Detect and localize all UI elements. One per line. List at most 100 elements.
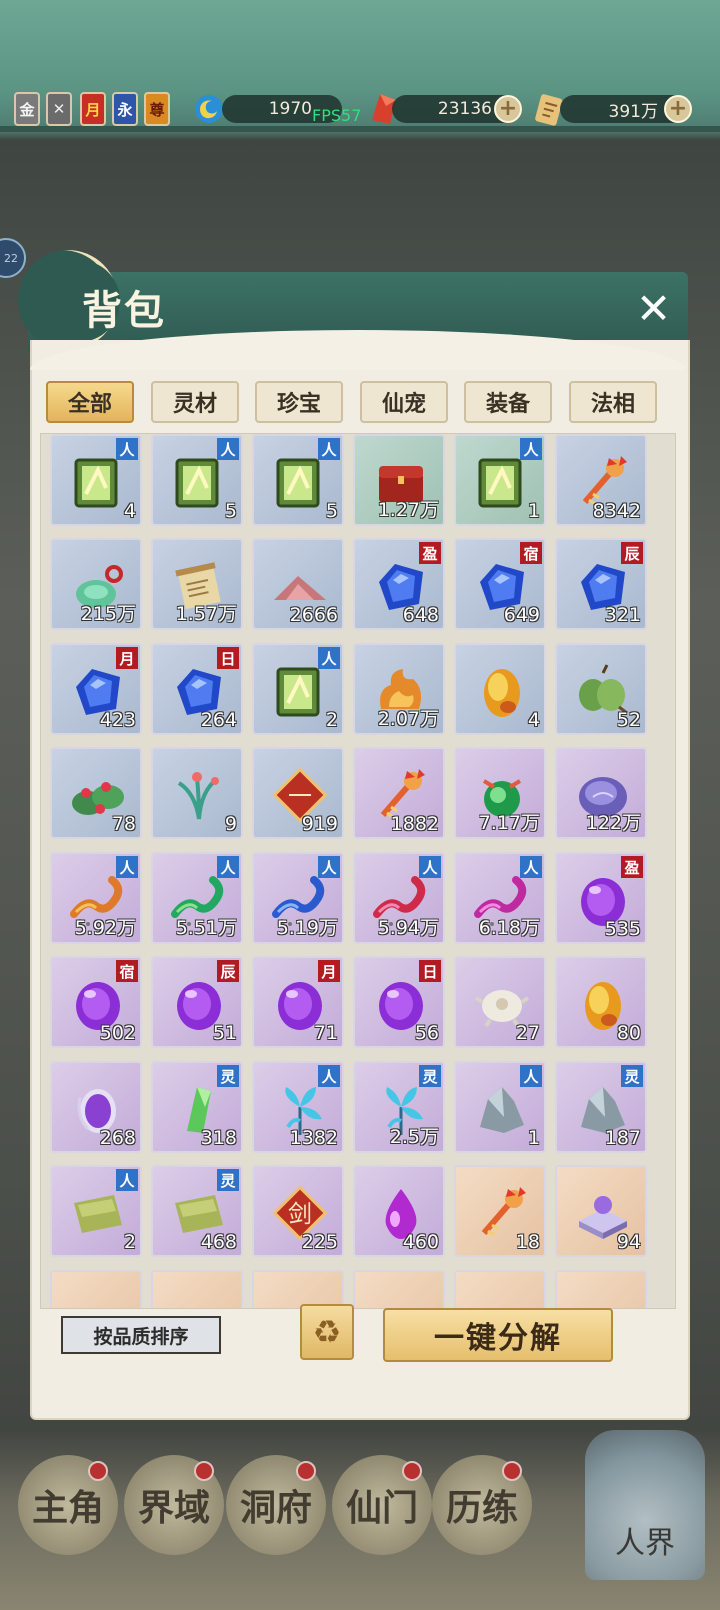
inventory-slot[interactable]: 7.17万 bbox=[454, 747, 546, 839]
inventory-slot[interactable]: 122万 bbox=[555, 747, 647, 839]
tab-4[interactable]: 装备 bbox=[464, 381, 552, 423]
inventory-slot[interactable]: 人 1382 bbox=[252, 1061, 344, 1153]
inventory-slot[interactable]: 1.27万 bbox=[353, 434, 445, 526]
rarity-tag: 人 bbox=[318, 856, 340, 878]
inventory-slot[interactable]: 94 bbox=[555, 1165, 647, 1257]
item-quantity: 5 bbox=[224, 500, 237, 522]
realm-button[interactable]: 人界 bbox=[585, 1430, 705, 1580]
recycle-button[interactable]: ♻ bbox=[300, 1304, 354, 1360]
inventory-slot[interactable]: 27 bbox=[454, 956, 546, 1048]
inventory-slot[interactable]: 9 bbox=[151, 747, 243, 839]
close-button[interactable]: ✕ bbox=[636, 288, 671, 330]
vip-badge-3[interactable]: 月 bbox=[80, 92, 106, 126]
nav-button-1[interactable]: 界域 bbox=[124, 1455, 224, 1555]
inventory-slot-partial[interactable] bbox=[555, 1270, 647, 1308]
item-quantity: 5 bbox=[325, 500, 338, 522]
inventory-slot[interactable]: 1.57万 bbox=[151, 538, 243, 630]
inventory-slot-partial[interactable] bbox=[151, 1270, 243, 1308]
rarity-tag: 盈 bbox=[621, 856, 643, 878]
vip-badge-5[interactable]: 尊 bbox=[144, 92, 170, 126]
inventory-slot[interactable]: 月 71 bbox=[252, 956, 344, 1048]
inventory-grid[interactable]: 人 4 人 5 人 5 1.27万人 1 8342 215万 1.57万 2666 盈 648 宿 649 辰 3… bbox=[40, 433, 676, 1309]
vip-badge-4[interactable]: 永 bbox=[112, 92, 138, 126]
inventory-slot[interactable]: 1882 bbox=[353, 747, 445, 839]
inventory-slot[interactable]: 人 5.51万 bbox=[151, 852, 243, 944]
inventory-slot[interactable]: 人5 bbox=[151, 434, 243, 526]
tab-0[interactable]: 全部 bbox=[46, 381, 134, 423]
inventory-slot[interactable]: 宿 649 bbox=[454, 538, 546, 630]
inventory-slot[interactable]: 人5 bbox=[252, 434, 344, 526]
tab-3[interactable]: 仙宠 bbox=[360, 381, 448, 423]
inventory-slot-partial[interactable] bbox=[454, 1270, 546, 1308]
inventory-slot[interactable]: 辰 321 bbox=[555, 538, 647, 630]
inventory-slot[interactable]: 78 bbox=[50, 747, 142, 839]
inventory-slot[interactable]: 人 5.19万 bbox=[252, 852, 344, 944]
item-quantity: 264 bbox=[200, 709, 237, 731]
inventory-slot[interactable]: 灵 468 bbox=[151, 1165, 243, 1257]
item-quantity: 468 bbox=[200, 1231, 237, 1253]
side-level-badge[interactable]: 22 bbox=[0, 238, 26, 278]
inventory-slot[interactable]: 52 bbox=[555, 643, 647, 735]
inventory-slot[interactable]: 辰 51 bbox=[151, 956, 243, 1048]
rarity-tag: 辰 bbox=[621, 542, 643, 564]
side-level-value: 22 bbox=[4, 251, 18, 265]
rarity-tag: 人 bbox=[116, 856, 138, 878]
add-scroll-button[interactable]: + bbox=[664, 95, 692, 123]
inventory-slot[interactable]: 灵 187 bbox=[555, 1061, 647, 1153]
inventory-slot[interactable]: 人1 bbox=[454, 1061, 546, 1153]
tab-1[interactable]: 灵材 bbox=[151, 381, 239, 423]
item-quantity: 648 bbox=[402, 604, 439, 626]
inventory-slot[interactable]: 人 6.18万 bbox=[454, 852, 546, 944]
inventory-slot-partial[interactable] bbox=[50, 1270, 142, 1308]
notification-dot bbox=[502, 1461, 522, 1481]
inventory-slot[interactable]: 18 bbox=[454, 1165, 546, 1257]
inventory-slot[interactable]: 268 bbox=[50, 1061, 142, 1153]
inventory-slot[interactable]: 2.07万 bbox=[353, 643, 445, 735]
inventory-slot[interactable]: 80 bbox=[555, 956, 647, 1048]
inventory-slot[interactable]: 460 bbox=[353, 1165, 445, 1257]
tab-5[interactable]: 法相 bbox=[569, 381, 657, 423]
inventory-slot[interactable]: 人1 bbox=[454, 434, 546, 526]
nav-button-3[interactable]: 仙门 bbox=[332, 1455, 432, 1555]
inventory-slot[interactable]: 8342 bbox=[555, 434, 647, 526]
notification-dot bbox=[194, 1461, 214, 1481]
notification-dot bbox=[88, 1461, 108, 1481]
one-click-decompose-button[interactable]: 一键分解 bbox=[383, 1308, 613, 1362]
inventory-slot[interactable]: 灵 2.5万 bbox=[353, 1061, 445, 1153]
tab-2[interactable]: 珍宝 bbox=[255, 381, 343, 423]
rarity-tag: 日 bbox=[419, 960, 441, 982]
inventory-slot[interactable]: 人4 bbox=[50, 434, 142, 526]
inventory-slot[interactable]: 215万 bbox=[50, 538, 142, 630]
rarity-tag: 灵 bbox=[217, 1065, 239, 1087]
nav-button-4[interactable]: 历练 bbox=[432, 1455, 532, 1555]
inventory-slot[interactable]: 日 264 bbox=[151, 643, 243, 735]
inventory-slot[interactable]: 人2 bbox=[50, 1165, 142, 1257]
inventory-slot[interactable]: 人 5.92万 bbox=[50, 852, 142, 944]
vip-badge-1[interactable]: 金 bbox=[14, 92, 40, 126]
inventory-slot[interactable]: 剑 225 bbox=[252, 1165, 344, 1257]
sort-by-quality-button[interactable]: 按品质排序 bbox=[61, 1316, 221, 1354]
nav-button-0[interactable]: 主角 bbox=[18, 1455, 118, 1555]
inventory-slot[interactable]: 灵 318 bbox=[151, 1061, 243, 1153]
add-crystal-button[interactable]: + bbox=[494, 95, 522, 123]
inventory-slot[interactable]: 宿 502 bbox=[50, 956, 142, 1048]
inventory-slot[interactable]: 人 5.94万 bbox=[353, 852, 445, 944]
inventory-slot[interactable]: 盈 648 bbox=[353, 538, 445, 630]
inventory-slot[interactable]: 人2 bbox=[252, 643, 344, 735]
inventory-slot[interactable]: 2666 bbox=[252, 538, 344, 630]
inventory-slot[interactable]: 4 bbox=[454, 643, 546, 735]
inventory-slot[interactable]: 一 919 bbox=[252, 747, 344, 839]
rarity-tag: 人 bbox=[520, 1065, 542, 1087]
nav-label: 洞府 bbox=[239, 1487, 312, 1529]
item-quantity: 2 bbox=[123, 1231, 136, 1253]
svg-text:剑: 剑 bbox=[288, 1200, 312, 1228]
vip-badge-2[interactable]: ✕ bbox=[46, 92, 72, 126]
nav-button-2[interactable]: 洞府 bbox=[226, 1455, 326, 1555]
inventory-slot[interactable]: 月 423 bbox=[50, 643, 142, 735]
rarity-tag: 日 bbox=[217, 647, 239, 669]
inventory-slot[interactable]: 日 56 bbox=[353, 956, 445, 1048]
inventory-slot[interactable]: 盈 535 bbox=[555, 852, 647, 944]
item-quantity: 27 bbox=[515, 1022, 540, 1044]
inventory-slot-partial[interactable] bbox=[353, 1270, 445, 1308]
item-quantity: 8342 bbox=[592, 500, 641, 522]
